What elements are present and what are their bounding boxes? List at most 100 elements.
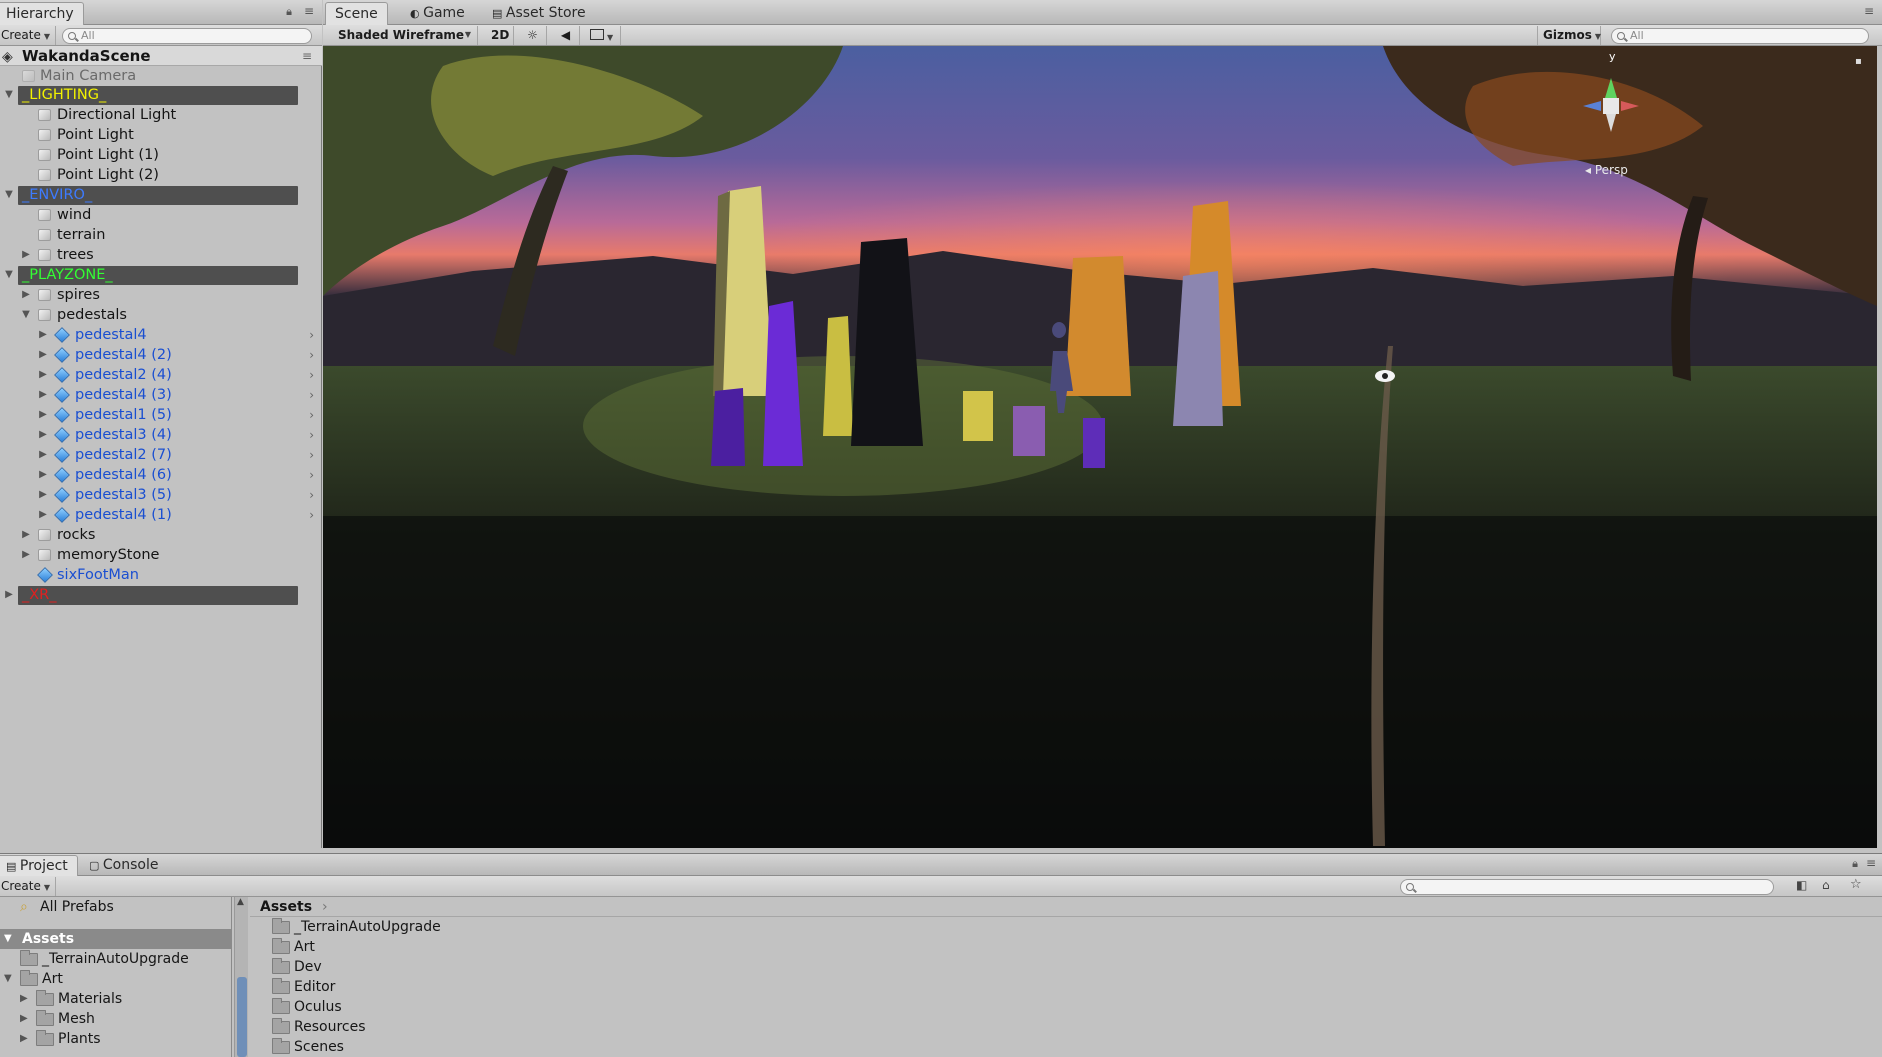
tree-item-art[interactable]: ▼ Art [0,969,232,989]
tab-scene[interactable]: Scene [325,2,388,25]
lighting-toggle-button[interactable]: ☼ [519,26,547,45]
chevron-right-icon[interactable]: › [309,505,314,525]
expand-arrow-icon[interactable]: ▶ [20,989,28,1009]
gizmo-center-cube[interactable] [1603,98,1619,114]
panel-menu-icon[interactable]: ≡ [304,4,314,18]
collapse-arrow-icon[interactable]: ▼ [3,85,15,105]
hierarchy-item-six-foot-man[interactable]: sixFootMan [0,565,322,585]
hierarchy-item-directional-light[interactable]: Directional Light [0,105,322,125]
hierarchy-item-rocks[interactable]: ▶ rocks [0,525,322,545]
expand-arrow-icon[interactable]: ▶ [37,505,49,525]
favorite-star-icon[interactable]: ☆ [1850,877,1862,892]
tab-project[interactable]: ▤ Project [0,855,78,876]
hierarchy-item-pedestal[interactable]: ▶ pedestal4 (1) › [0,505,322,525]
chevron-right-icon[interactable]: › [309,345,314,365]
hierarchy-item-terrain[interactable]: terrain [0,225,322,245]
chevron-right-icon[interactable]: › [309,425,314,445]
chevron-right-icon[interactable]: › [309,445,314,465]
scene-search-input[interactable]: All [1611,28,1869,44]
scene-menu-icon[interactable]: ≡ [302,46,312,66]
hierarchy-item-trees[interactable]: ▶ trees [0,245,322,265]
list-item[interactable]: Dev [250,957,850,977]
expand-arrow-icon[interactable]: ▶ [37,485,49,505]
hierarchy-group-enviro[interactable]: ▼ _ENVIRO_ [0,185,322,205]
panel-menu-icon[interactable]: ≡ [1866,856,1876,870]
tree-item-all-prefabs[interactable]: ⌕ All Prefabs [0,897,232,917]
expand-arrow-icon[interactable]: ▶ [37,365,49,385]
expand-arrow-icon[interactable]: ▶ [20,545,32,565]
project-search-input[interactable] [1400,879,1774,895]
collapse-arrow-icon[interactable]: ▼ [3,185,15,205]
tree-item-materials[interactable]: ▶ Materials [0,989,232,1009]
list-item[interactable]: Art [250,937,850,957]
hierarchy-item-pedestal[interactable]: ▶ pedestal4 (2) › [0,345,322,365]
collapse-arrow-icon[interactable]: ▼ [20,305,32,325]
hierarchy-group-xr[interactable]: ▶ _XR_ [0,585,322,605]
gizmos-dropdown[interactable]: Gizmos ▼ [1537,26,1601,45]
expand-arrow-icon[interactable]: ▼ [4,929,12,949]
expand-arrow-icon[interactable]: ▶ [3,585,15,605]
chevron-right-icon[interactable]: › [309,465,314,485]
hierarchy-item-point-light-1[interactable]: Point Light (1) [0,145,322,165]
audio-toggle-button[interactable]: ◀︎ [552,26,580,45]
expand-arrow-icon[interactable]: ▶ [20,245,32,265]
tab-game[interactable]: ◐ Game [401,2,474,25]
expand-arrow-icon[interactable]: ▶ [37,385,49,405]
expand-arrow-icon[interactable]: ▶ [37,325,49,345]
panel-menu-icon[interactable]: ≡ [1864,4,1874,18]
scroll-up-arrow-icon[interactable]: ▲ [237,897,244,907]
tree-item-mesh[interactable]: ▶ Mesh [0,1009,232,1029]
expand-arrow-icon[interactable]: ▶ [20,525,32,545]
2d-toggle-button[interactable]: 2D [486,26,514,45]
lock-icon[interactable]: 🔒︎ [1852,857,1858,871]
list-item[interactable]: Scenes [250,1037,850,1057]
create-button[interactable]: Create ▼ [0,26,57,45]
hierarchy-item-memory-stone[interactable]: ▶ memoryStone [0,545,322,565]
expand-arrow-icon[interactable]: ▶ [37,425,49,445]
hierarchy-item-pedestal[interactable]: ▶ pedestal4 › [0,325,322,345]
filter-by-label-icon[interactable]: ⌂ [1822,878,1830,892]
scroll-thumb[interactable] [237,977,247,1057]
tree-item-plants[interactable]: ▶ Plants [0,1029,232,1049]
effects-toggle-button[interactable]: ▼ [585,26,621,45]
expand-arrow-icon[interactable]: ▶ [37,465,49,485]
chevron-right-icon[interactable]: › [309,485,314,505]
hierarchy-item-pedestal[interactable]: ▶ pedestal3 (4) › [0,425,322,445]
expand-arrow-icon[interactable]: ▶ [37,345,49,365]
hierarchy-search-input[interactable]: All [62,28,312,44]
expand-arrow-icon[interactable]: ▶ [20,1009,28,1029]
tree-item-assets[interactable]: ▼ Assets [0,929,232,949]
tree-item-terrain-auto[interactable]: _TerrainAutoUpgrade [0,949,232,969]
scene-root-row[interactable]: ◈ WakandaScene ≡ [0,46,322,66]
hierarchy-item-point-light-2[interactable]: Point Light (2) [0,165,322,185]
hierarchy-item-pedestal[interactable]: ▶ pedestal2 (4) › [0,365,322,385]
hierarchy-group-playzone[interactable]: ▼ _PLAYZONE_ [0,265,322,285]
chevron-right-icon[interactable]: › [309,405,314,425]
chevron-right-icon[interactable]: › [309,365,314,385]
filter-by-type-icon[interactable]: ◧ [1796,878,1807,892]
tab-console[interactable]: ▢ Console [80,855,167,876]
collapse-arrow-icon[interactable]: ▼ [3,265,15,285]
list-item[interactable]: _TerrainAutoUpgrade [250,917,850,937]
hierarchy-item-pedestal[interactable]: ▶ pedestal1 (5) › [0,405,322,425]
hierarchy-item-pedestal[interactable]: ▶ pedestal4 (6) › [0,465,322,485]
list-item[interactable]: Resources [250,1017,850,1037]
hierarchy-item-spires[interactable]: ▶ spires [0,285,322,305]
hierarchy-item-point-light[interactable]: Point Light [0,125,322,145]
expand-arrow-icon[interactable]: ▶ [20,1029,28,1049]
hierarchy-item-pedestal[interactable]: ▶ pedestal4 (3) › [0,385,322,405]
expand-arrow-icon[interactable]: ▶ [37,405,49,425]
list-item[interactable]: Editor [250,977,850,997]
tab-asset-store[interactable]: ▤ Asset Store [483,2,595,25]
lock-icon[interactable]: 🔒︎ [286,5,292,19]
tree-scrollbar[interactable]: ▲ [234,897,248,1057]
hierarchy-item-pedestals[interactable]: ▼ pedestals [0,305,322,325]
hierarchy-item-pedestal[interactable]: ▶ pedestal3 (5) › [0,485,322,505]
breadcrumb-assets[interactable]: Assets [260,897,312,917]
expand-arrow-icon[interactable]: ▶ [37,445,49,465]
hierarchy-item-pedestal[interactable]: ▶ pedestal2 (7) › [0,445,322,465]
projection-label[interactable]: ◂ Persp [1585,163,1628,177]
expand-arrow-icon[interactable]: ▶ [20,285,32,305]
hierarchy-item-wind[interactable]: wind [0,205,322,225]
collapse-arrow-icon[interactable]: ▼ [4,969,12,989]
